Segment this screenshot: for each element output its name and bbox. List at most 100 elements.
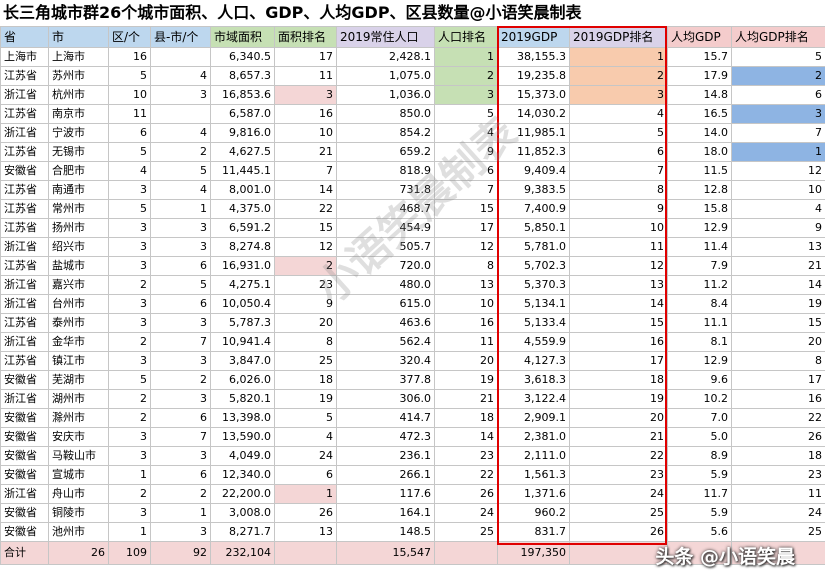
cell-gdp-per-capita-rank: 7 [731,123,825,143]
cell-city: 扬州市 [48,218,109,238]
cell-counties [150,47,211,67]
cell-gdp-per-capita: 9.6 [667,370,732,390]
cell-area: 12,340.0 [210,465,275,485]
cell-population-rank: 15 [434,199,498,219]
cell-area: 5,787.3 [210,313,275,333]
cell-province: 浙江省 [0,389,49,409]
cell-gdp-per-capita: 17.9 [667,66,732,86]
cell-gdp-per-capita-rank: 8 [731,351,825,371]
cell-counties: 6 [150,408,211,428]
table-row: 安徽省 马鞍山市 3 3 4,049.0 24 236.1 23 2,111.0 22 8.9 18 [0,446,825,466]
cell-gdp-rank: 12 [569,256,668,276]
cell-population: 615.0 [336,294,435,314]
header-row: 省市区/个 县-市/个 市域面积 面积排名 2019常住人口 人口排名 2019GDP 201… [0,26,825,48]
cell-city: 铜陵市 [48,503,109,523]
cell-province: 浙江省 [0,123,49,143]
cell-population-rank: 22 [434,465,498,485]
cell-gdp-per-capita: 8.9 [667,446,732,466]
cell-gdp-per-capita: 16.5 [667,104,732,124]
table-row: 浙江省 杭州市 10 3 16,853.6 3 1,036.0 3 15,373.0 3 14.8 6 [0,85,825,105]
cell-counties: 5 [150,161,211,181]
cell-gdp-per-capita-rank: 22 [731,408,825,428]
cell-area: 10,941.4 [210,332,275,352]
cell-gdp: 2,381.0 [497,427,570,447]
cell-province: 浙江省 [0,294,49,314]
cell-area: 8,657.3 [210,66,275,86]
cell-area-rank: 16 [274,104,337,124]
cell-province: 江苏省 [0,351,49,371]
cell-province: 江苏省 [0,104,49,124]
cell-gdp-per-capita: 5.0 [667,427,732,447]
cell-area: 8,001.0 [210,180,275,200]
cell-province: 浙江省 [0,237,49,257]
cell-province: 安徽省 [0,446,49,466]
cell-population: 377.8 [336,370,435,390]
cell-population: 266.1 [336,465,435,485]
total-population: 15,547 [336,541,435,565]
table-row: 浙江省 嘉兴市 2 5 4,275.1 23 480.0 13 5,370.3 13 11.2 14 [0,275,825,295]
cell-gdp-per-capita: 7.9 [667,256,732,276]
total-row: 合计 26 109 92 232,104 15,547 197,350 [0,541,825,565]
cell-gdp: 5,133.4 [497,313,570,333]
cell-districts: 3 [108,237,151,257]
cell-population: 463.6 [336,313,435,333]
table-row: 江苏省 无锡市 5 2 4,627.5 21 659.2 9 11,852.3 6 18.0 1 [0,142,825,162]
cell-area: 3,008.0 [210,503,275,523]
header-gdp-per-capita: 人均GDP [667,26,732,48]
cell-population: 414.7 [336,408,435,428]
cell-gdp-per-capita-rank: 2 [731,66,825,86]
cell-gdp: 9,383.5 [497,180,570,200]
cell-city: 南通市 [48,180,109,200]
cell-area: 13,590.0 [210,427,275,447]
cell-province: 安徽省 [0,465,49,485]
cell-gdp-per-capita: 11.7 [667,484,732,504]
total-area-rank [274,541,337,565]
cell-population-rank: 4 [434,123,498,143]
cell-area-rank: 23 [274,275,337,295]
cell-districts: 3 [108,294,151,314]
cell-gdp-rank: 16 [569,332,668,352]
cell-city: 苏州市 [48,66,109,86]
cell-area-rank: 4 [274,427,337,447]
cell-counties: 7 [150,332,211,352]
cell-gdp-rank: 14 [569,294,668,314]
cell-gdp: 14,030.2 [497,104,570,124]
cell-gdp-per-capita-rank: 3 [731,104,825,124]
cell-city: 舟山市 [48,484,109,504]
cell-gdp-rank: 20 [569,408,668,428]
cell-gdp-per-capita: 15.8 [667,199,732,219]
cell-districts: 5 [108,66,151,86]
cell-districts: 2 [108,484,151,504]
table-row: 浙江省 湖州市 2 3 5,820.1 19 306.0 21 3,122.4 19 10.2 16 [0,389,825,409]
cell-gdp-per-capita-rank: 15 [731,313,825,333]
cell-counties: 2 [150,370,211,390]
total-population-rank [434,541,498,565]
cell-counties: 3 [150,389,211,409]
cell-city: 马鞍山市 [48,446,109,466]
cell-districts: 3 [108,446,151,466]
cell-gdp-rank: 6 [569,142,668,162]
cell-area: 11,445.1 [210,161,275,181]
cell-province: 浙江省 [0,332,49,352]
total-counties: 92 [150,541,211,565]
cell-area-rank: 10 [274,123,337,143]
cell-districts: 6 [108,123,151,143]
cell-province: 江苏省 [0,199,49,219]
cell-area: 4,049.0 [210,446,275,466]
cell-gdp-per-capita-rank: 17 [731,370,825,390]
cell-area-rank: 8 [274,332,337,352]
header-population: 2019常住人口 [336,26,435,48]
cell-districts: 5 [108,199,151,219]
cell-population-rank: 3 [434,85,498,105]
cell-population: 850.0 [336,104,435,124]
cell-gdp: 15,373.0 [497,85,570,105]
cell-province: 江苏省 [0,142,49,162]
cell-gdp-rank: 13 [569,275,668,295]
table-row: 浙江省 台州市 3 6 10,050.4 9 615.0 10 5,134.1 14 8.4 19 [0,294,825,314]
table-row: 江苏省 南京市 11 6,587.0 16 850.0 5 14,030.2 4 16.5 3 [0,104,825,124]
cell-population-rank: 9 [434,142,498,162]
table-row: 浙江省 绍兴市 3 3 8,274.8 12 505.7 12 5,781.0 11 11.4 13 [0,237,825,257]
total-province: 合计 [0,541,49,565]
table-row: 安徽省 滁州市 2 6 13,398.0 5 414.7 18 2,909.1 20 7.0 22 [0,408,825,428]
cell-gdp-rank: 24 [569,484,668,504]
